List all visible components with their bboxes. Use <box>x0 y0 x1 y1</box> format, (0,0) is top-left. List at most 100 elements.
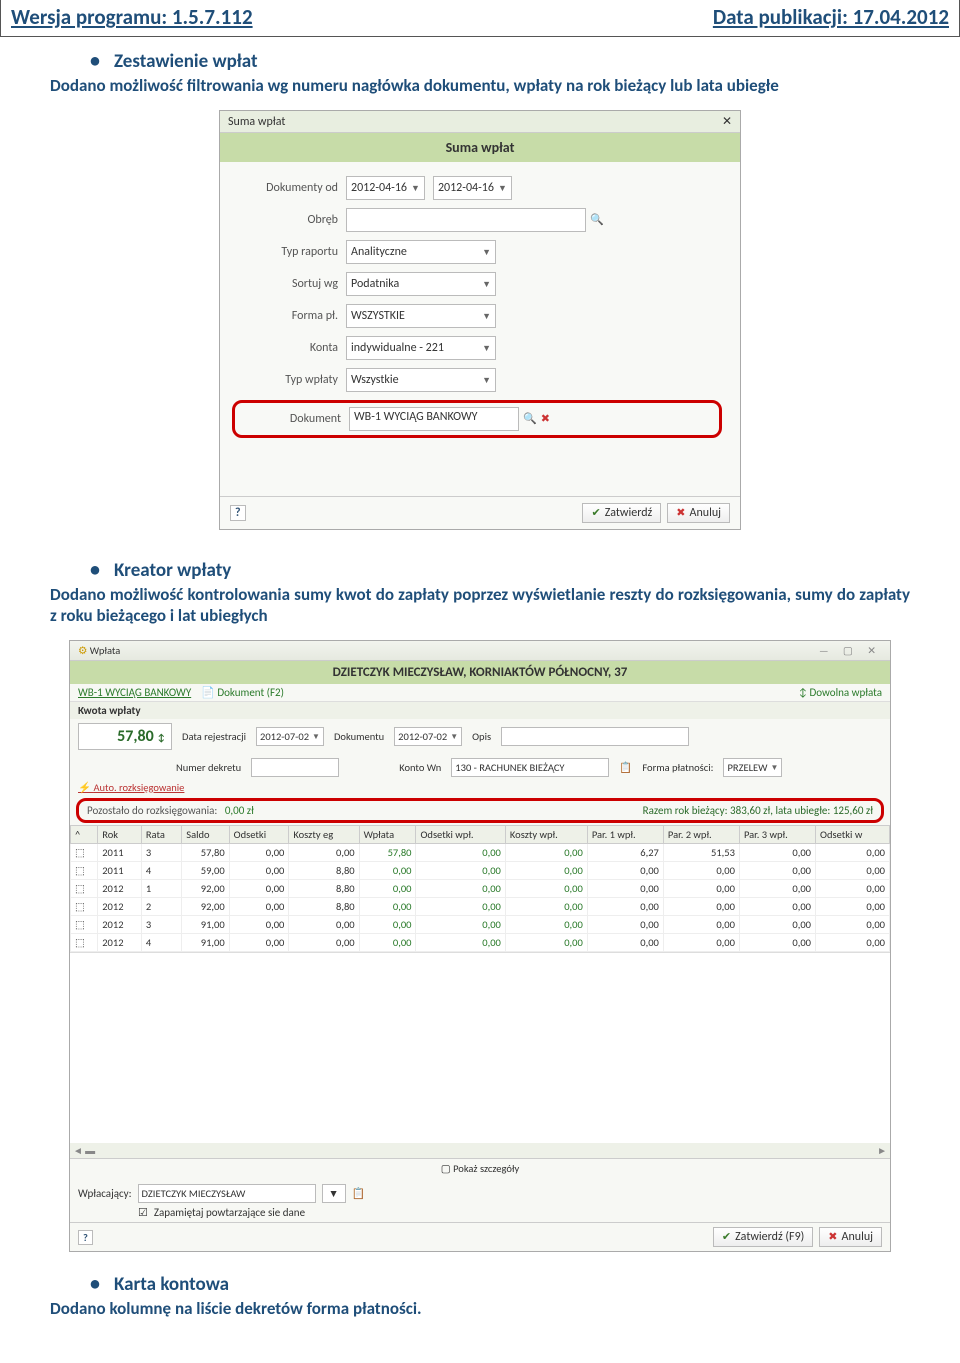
label-wplacajacy: Wpłacający: <box>78 1187 132 1200</box>
cell: 0,00 <box>359 916 416 934</box>
input-wplacajacy[interactable]: DZIETCZYK MIECZYSŁAW <box>138 1184 316 1203</box>
cell: 0,00 <box>289 916 359 934</box>
page-header: Wersja programu: 1.5.7.112 Data publikac… <box>0 0 960 37</box>
zatwierdz-button[interactable]: Zatwierdź <box>582 503 661 523</box>
input-numer-dekretu[interactable] <box>251 758 339 777</box>
select-forma-platnosci[interactable]: PRZELEW▼ <box>723 758 782 777</box>
input-dokument[interactable]: WB-1 WYCIĄG BANKOWY <box>349 407 519 431</box>
cell: 0,00 <box>229 916 289 934</box>
input-opis[interactable] <box>501 727 689 746</box>
section-desc-2: Dodano możliwość kontrolowania sumy kwot… <box>50 584 910 626</box>
close-icon[interactable]: ✕ <box>722 114 732 129</box>
cell: 91,00 <box>182 934 229 952</box>
select-typ-wplaty[interactable]: Wszystkie▼ <box>346 368 496 392</box>
section-desc-3: Dodano kolumnę na liście dekretów forma … <box>50 1298 910 1319</box>
cell: 0,00 <box>416 916 505 934</box>
label-obreb: Obręb <box>238 213 346 227</box>
cell: 0,00 <box>229 934 289 952</box>
cell: 0,00 <box>663 916 739 934</box>
select-konta[interactable]: indywidualne - 221▼ <box>346 336 496 360</box>
dialog-header: DZIETCZYK MIECZYSŁAW, KORNIAKTÓW PÓŁNOCN… <box>70 661 890 684</box>
label-konto-wn: Konto Wn <box>399 761 441 774</box>
zatwierdz-button[interactable]: Zatwierdź (F9) <box>713 1227 813 1247</box>
cell: 0,00 <box>816 898 890 916</box>
clear-icon[interactable] <box>541 412 550 426</box>
col-header: Wpłata <box>359 826 416 844</box>
select-forma-pl[interactable]: WSZYSTKIE▼ <box>346 304 496 328</box>
label-forma-platnosci: Forma płatności: <box>642 761 713 774</box>
cell: 0,00 <box>229 844 289 862</box>
table-row[interactable]: ⬚2012192,000,008,800,000,000,000,000,000… <box>71 880 890 898</box>
cell: 0,00 <box>416 880 505 898</box>
cell: 0,00 <box>359 934 416 952</box>
anuluj-button[interactable]: Anuluj <box>819 1227 882 1247</box>
window-controls[interactable]: — ▢ ✕ <box>819 644 882 657</box>
cell: 3 <box>141 844 181 862</box>
cell: 59,00 <box>182 862 229 880</box>
cell: 8,80 <box>289 880 359 898</box>
lookup-icon[interactable]: 📋 <box>352 1187 366 1200</box>
cell: 92,00 <box>182 880 229 898</box>
cell: 0,00 <box>739 844 815 862</box>
remember-checkbox[interactable]: ☑ <box>138 1206 148 1219</box>
kwota-value[interactable]: 57,80 ↕ <box>78 723 172 750</box>
row-icon[interactable]: ⬚ <box>71 934 98 952</box>
input-konto-wn[interactable]: 130 - RACHUNEK BIEŻĄCY <box>451 758 609 777</box>
cell: 2012 <box>98 880 142 898</box>
col-header: Par. 1 wpł. <box>587 826 663 844</box>
cell: 0,00 <box>739 934 815 952</box>
table-row[interactable]: ⬚2012391,000,000,000,000,000,000,000,000… <box>71 916 890 934</box>
window-title: Suma wpłat <box>228 115 285 129</box>
cell: 0,00 <box>289 844 359 862</box>
auto-rozksiegowanie-link[interactable]: ⚡ Auto. rozksięgowanie <box>78 781 184 794</box>
search-icon[interactable] <box>590 213 604 227</box>
label-typ-raportu: Typ raportu <box>238 245 346 259</box>
cell: 0,00 <box>587 898 663 916</box>
lookup-icon[interactable]: 📋 <box>619 761 632 774</box>
scroll-bar[interactable]: ◄ ▬► <box>70 1143 890 1158</box>
search-icon[interactable] <box>523 412 537 426</box>
help-icon[interactable] <box>230 505 246 521</box>
row-icon[interactable]: ⬚ <box>71 880 98 898</box>
row-icon[interactable]: ⬚ <box>71 862 98 880</box>
table-row[interactable]: ⬚2012491,000,000,000,000,000,000,000,000… <box>71 934 890 952</box>
doc-type-link[interactable]: WB-1 WYCIĄG BANKOWY <box>78 686 191 699</box>
table-row[interactable]: ⬚2011357,800,000,0057,800,000,006,2751,5… <box>71 844 890 862</box>
cell: 0,00 <box>587 880 663 898</box>
anuluj-button[interactable]: Anuluj <box>667 503 730 523</box>
date-to[interactable]: 2012-04-16▼ <box>433 176 512 200</box>
dropdown-icon[interactable]: ▼ <box>322 1184 346 1203</box>
col-header: Odsetki w <box>816 826 890 844</box>
row-icon[interactable]: ⬚ <box>71 898 98 916</box>
dowolna-wplata-link[interactable]: ↕ Dowolna wpłata <box>798 686 882 699</box>
row-icon[interactable]: ⬚ <box>71 916 98 934</box>
select-typ-raportu[interactable]: Analityczne▼ <box>346 240 496 264</box>
screenshot-wplata: ⚙ Wpłata — ▢ ✕ DZIETCZYK MIECZYSŁAW, KOR… <box>69 640 891 1252</box>
col-header: Odsetki wpł. <box>416 826 505 844</box>
label-dokumentu: Dokumentu <box>334 730 384 743</box>
input-data-rej[interactable]: 2012-07-02▼ <box>256 727 324 746</box>
cell: 2012 <box>98 934 142 952</box>
kwota-label: Kwota wpłaty <box>70 702 890 719</box>
date-from[interactable]: 2012-04-16▼ <box>346 176 425 200</box>
cell: 0,00 <box>359 898 416 916</box>
cell: 0,00 <box>505 880 587 898</box>
cell: 2012 <box>98 916 142 934</box>
table-row[interactable]: ⬚2012292,000,008,800,000,000,000,000,000… <box>71 898 890 916</box>
cell: 0,00 <box>505 916 587 934</box>
cell: 0,00 <box>505 934 587 952</box>
col-header: Rata <box>141 826 181 844</box>
section-title-3: • Karta kontowa <box>90 1272 910 1296</box>
cell: 0,00 <box>663 880 739 898</box>
cell: 0,00 <box>229 862 289 880</box>
input-dokumentu[interactable]: 2012-07-02▼ <box>394 727 462 746</box>
row-icon[interactable]: ⬚ <box>71 844 98 862</box>
cell: 0,00 <box>416 898 505 916</box>
select-sortuj-wg[interactable]: Podatnika▼ <box>346 272 496 296</box>
document-button[interactable]: 📄 Dokument (F2) <box>201 686 284 699</box>
help-icon[interactable] <box>78 1230 93 1245</box>
table-row[interactable]: ⬚2011459,000,008,800,000,000,000,000,000… <box>71 862 890 880</box>
input-obreb[interactable] <box>346 208 586 232</box>
cell: 0,00 <box>587 916 663 934</box>
show-details-toggle[interactable]: ▢ Pokaż szczegóły <box>70 1158 890 1178</box>
